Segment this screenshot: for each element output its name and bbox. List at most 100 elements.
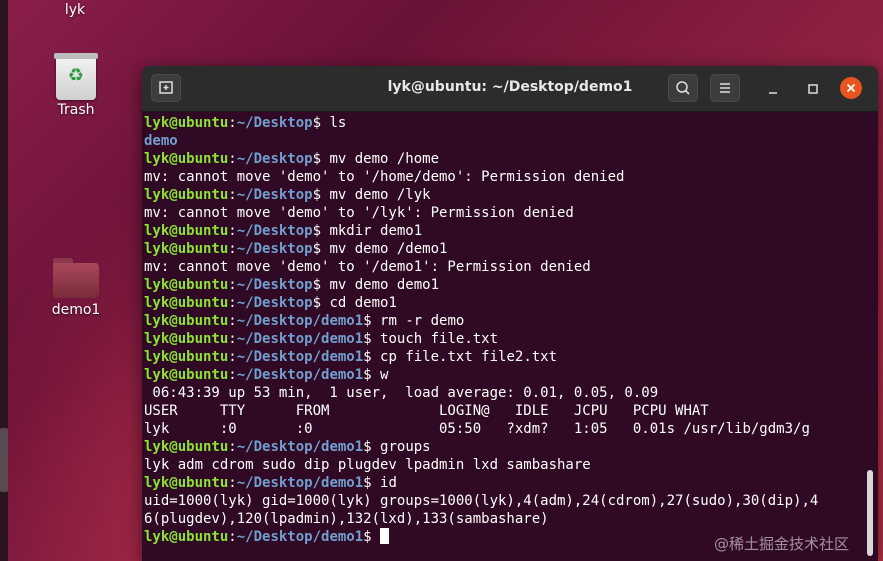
prompt-path: ~/Desktop/demo1 [236, 349, 364, 365]
output-text: mv: cannot move 'demo' to '/lyk': Permis… [144, 205, 574, 221]
command-text: touch file.txt [380, 331, 499, 347]
prompt-path: ~/Desktop/demo1 [236, 331, 364, 347]
command-text: cd demo1 [329, 295, 397, 311]
prompt-symbol: $ [363, 313, 381, 329]
terminal-line: lyk :0 :0 05:50 ?xdm? 1:05 0.01s /usr/li… [144, 420, 878, 438]
command-text: cp file.txt file2.txt [380, 349, 558, 365]
prompt-symbol: $ [363, 475, 381, 491]
maximize-icon [808, 84, 818, 94]
terminal-line: 06:43:39 up 53 min, 1 user, load average… [144, 384, 878, 402]
prompt-separator: : [228, 367, 237, 383]
output-text: 06:43:39 up 53 min, 1 user, load average… [144, 385, 659, 401]
terminal-line: USER TTY FROM LOGIN@ IDLE JCPU PCPU WHAT [144, 402, 878, 420]
command-text: mkdir demo1 [329, 223, 423, 239]
prompt-symbol: $ [312, 187, 330, 203]
prompt-symbol: $ [312, 295, 330, 311]
prompt-user: lyk@ubuntu [144, 241, 229, 257]
output-text: USER TTY FROM LOGIN@ IDLE JCPU PCPU WHAT [144, 403, 709, 419]
prompt-symbol: $ [312, 151, 330, 167]
text-cursor [380, 528, 390, 544]
prompt-path: ~/Desktop [236, 115, 313, 131]
prompt-path: ~/Desktop [236, 223, 313, 239]
output-text: lyk :0 :0 05:50 ?xdm? 1:05 0.01s /usr/li… [144, 421, 810, 437]
window-titlebar[interactable]: lyk@ubuntu: ~/Desktop/demo1 [142, 66, 878, 112]
terminal-line: demo [144, 132, 878, 150]
search-icon [676, 81, 690, 95]
folder-icon[interactable] [53, 258, 99, 298]
prompt-symbol: $ [363, 529, 381, 545]
output-text: mv: cannot move 'demo' to '/demo1': Perm… [144, 259, 591, 275]
command-text: w [380, 367, 389, 383]
output-text: lyk adm cdrom sudo dip plugdev lpadmin l… [144, 457, 591, 473]
prompt-separator: : [228, 223, 237, 239]
prompt-path: ~/Desktop/demo1 [236, 439, 364, 455]
terminal-output[interactable]: lyk@ubuntu:~/Desktop$ ls demo lyk@ubuntu:~… [142, 112, 878, 561]
command-text: groups [380, 439, 431, 455]
command-text: ls [329, 115, 347, 131]
prompt-path: ~/Desktop [236, 241, 313, 257]
prompt-user: lyk@ubuntu [144, 475, 229, 491]
terminal-line: lyk@ubuntu:~/Desktop$ ls [144, 114, 878, 132]
prompt-separator: : [228, 439, 237, 455]
maximize-button[interactable] [802, 78, 824, 100]
terminal-line: mv: cannot move 'demo' to '/demo1': Perm… [144, 258, 878, 276]
hamburger-menu-icon [720, 83, 730, 93]
prompt-user: lyk@ubuntu [144, 277, 229, 293]
terminal-scrollbar[interactable] [867, 470, 873, 556]
close-button[interactable] [840, 77, 862, 99]
prompt-user: lyk@ubuntu [144, 151, 229, 167]
prompt-user: lyk@ubuntu [144, 295, 229, 311]
trash-icon[interactable]: ♻ [54, 53, 98, 100]
prompt-path: ~/Desktop/demo1 [236, 475, 364, 491]
prompt-path: ~/Desktop [236, 187, 313, 203]
prompt-separator: : [228, 331, 237, 347]
output-text: mv: cannot move 'demo' to '/home/demo': … [144, 169, 625, 185]
terminal-line: lyk@ubuntu:~/Desktop/demo1$ rm -r demo [144, 312, 878, 330]
prompt-separator: : [228, 295, 237, 311]
prompt-user: lyk@ubuntu [144, 529, 229, 545]
terminal-line: uid=1000(lyk) gid=1000(lyk) groups=1000(… [144, 492, 878, 510]
command-text: mv demo /demo1 [329, 241, 448, 257]
prompt-user: lyk@ubuntu [144, 223, 229, 239]
prompt-separator: : [228, 115, 237, 131]
prompt-symbol: $ [363, 439, 381, 455]
search-button[interactable] [668, 74, 698, 102]
prompt-user: lyk@ubuntu [144, 115, 229, 131]
command-text: mv demo /lyk [329, 187, 431, 203]
terminal-line: lyk adm cdrom sudo dip plugdev lpadmin l… [144, 456, 878, 474]
prompt-symbol: $ [363, 349, 381, 365]
prompt-path: ~/Desktop/demo1 [236, 529, 364, 545]
prompt-separator: : [228, 151, 237, 167]
prompt-symbol: $ [312, 223, 330, 239]
prompt-user: lyk@ubuntu [144, 439, 229, 455]
prompt-user: lyk@ubuntu [144, 349, 229, 365]
minimize-icon [769, 92, 777, 94]
terminal-line: lyk@ubuntu:~/Desktop$ mv demo /home [144, 150, 878, 168]
prompt-separator: : [228, 475, 237, 491]
prompt-user: lyk@ubuntu [144, 313, 229, 329]
prompt-path: ~/Desktop/demo1 [236, 367, 364, 383]
terminal-line: lyk@ubuntu:~/Desktop/demo1$ touch file.t… [144, 330, 878, 348]
prompt-symbol: $ [312, 115, 330, 131]
terminal-line: mv: cannot move 'demo' to '/lyk': Permis… [144, 204, 878, 222]
watermark: @稀土掘金技术社区 [714, 535, 850, 553]
terminal-window[interactable]: lyk@ubuntu: ~/Desktop/demo1 lyk@ubuntu:~… [142, 66, 878, 561]
prompt-separator: : [228, 313, 237, 329]
terminal-line: lyk@ubuntu:~/Desktop$ mv demo demo1 [144, 276, 878, 294]
prompt-user: lyk@ubuntu [144, 187, 229, 203]
terminal-line: lyk@ubuntu:~/Desktop$ mv demo /lyk [144, 186, 878, 204]
folder-label: demo1 [51, 302, 101, 318]
dock-scroll-handle[interactable] [0, 428, 8, 492]
output-text: uid=1000(lyk) gid=1000(lyk) groups=1000(… [144, 493, 819, 509]
menu-button[interactable] [710, 74, 740, 102]
prompt-separator: : [228, 277, 237, 293]
prompt-symbol: $ [363, 367, 381, 383]
minimize-button[interactable] [762, 78, 784, 100]
prompt-separator: : [228, 187, 237, 203]
terminal-line: lyk@ubuntu:~/Desktop/demo1$ cp file.txt … [144, 348, 878, 366]
desktop-top-label: lyk [64, 2, 86, 18]
command-text: rm -r demo [380, 313, 465, 329]
terminal-line: lyk@ubuntu:~/Desktop$ mv demo /demo1 [144, 240, 878, 258]
prompt-user: lyk@ubuntu [144, 331, 229, 347]
prompt-symbol: $ [312, 277, 330, 293]
